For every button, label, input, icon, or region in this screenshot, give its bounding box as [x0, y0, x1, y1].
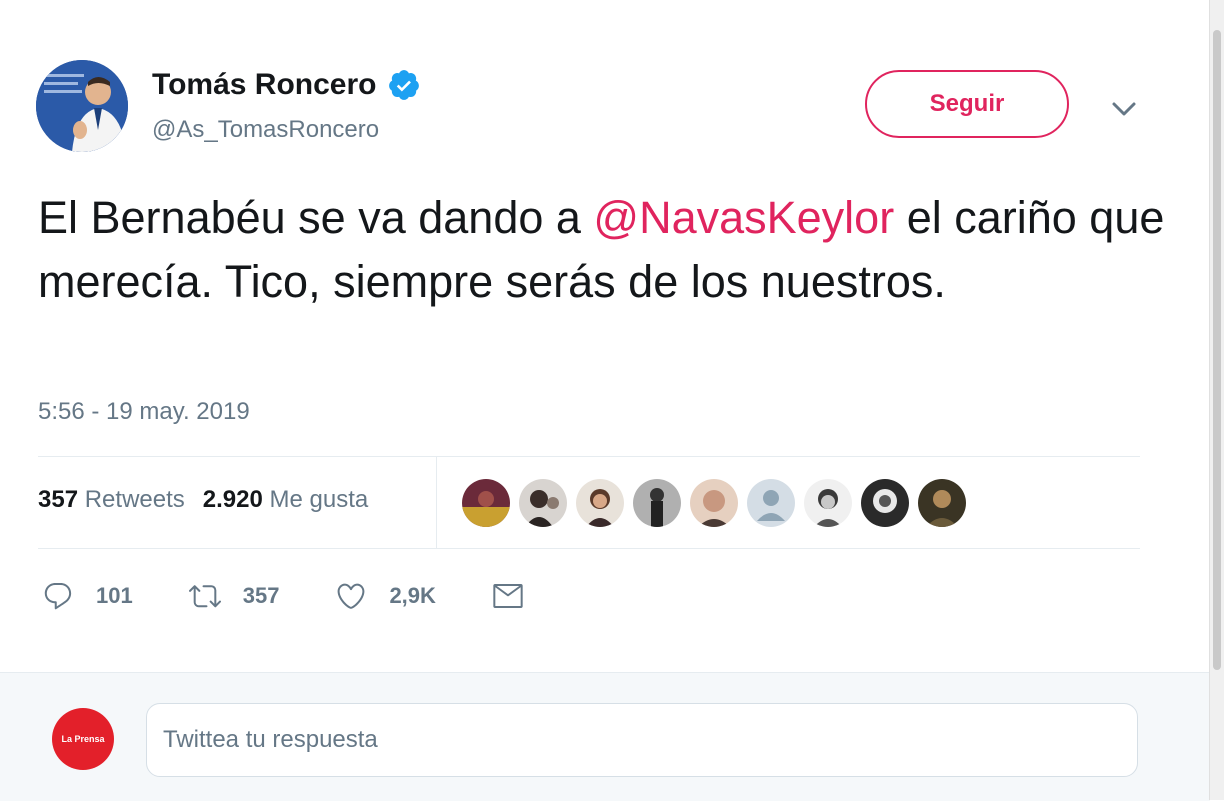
- scrollbar[interactable]: [1209, 0, 1224, 800]
- author-handle[interactable]: @As_TomasRoncero: [152, 116, 379, 144]
- follow-button[interactable]: Seguir: [865, 70, 1069, 138]
- direct-message-action[interactable]: [492, 580, 546, 612]
- liker-avatar[interactable]: [633, 479, 681, 527]
- retweet-icon: [188, 585, 221, 608]
- heart-icon: [338, 583, 365, 609]
- author-name-row[interactable]: Tomás Roncero: [152, 68, 421, 102]
- reply-action[interactable]: 101: [42, 580, 133, 612]
- liker-avatar[interactable]: [519, 479, 567, 527]
- liker-avatar[interactable]: [918, 479, 966, 527]
- likes-count: 2.920: [202, 486, 263, 513]
- reply-icon: [44, 582, 72, 610]
- likes-stat[interactable]: 2.920 Me gusta: [203, 486, 368, 513]
- liker-avatars: [462, 479, 975, 527]
- liker-avatar[interactable]: [861, 479, 909, 527]
- liker-avatar[interactable]: [576, 479, 624, 527]
- tweet-text-before: El Bernabéu se va dando a: [38, 192, 594, 243]
- retweets-label: Retweets: [84, 486, 185, 513]
- likes-label: Me gusta: [269, 486, 369, 513]
- scrollbar-thumb[interactable]: [1213, 30, 1221, 670]
- tweet-timestamp[interactable]: 5:56 - 19 may. 2019: [38, 398, 250, 426]
- liker-avatar[interactable]: [690, 479, 738, 527]
- tweet-actions: 101 357 2,9K: [42, 580, 602, 612]
- liker-avatar[interactable]: [804, 479, 852, 527]
- mention-link[interactable]: @NavasKeylor: [593, 192, 894, 243]
- divider: [38, 456, 1140, 457]
- verified-badge-icon: [387, 68, 421, 102]
- retweet-action[interactable]: 357: [188, 580, 280, 612]
- retweets-count: 357: [38, 486, 79, 513]
- current-user-avatar[interactable]: La Prensa: [52, 708, 114, 770]
- reply-count: 101: [96, 583, 133, 608]
- retweets-stat[interactable]: 357 Retweets: [38, 486, 185, 513]
- like-count: 2,9K: [389, 583, 436, 608]
- divider: [38, 548, 1140, 549]
- engagement-stats: 357 Retweets 2.920 Me gusta: [38, 486, 368, 514]
- retweet-count: 357: [242, 583, 280, 608]
- like-action[interactable]: 2,9K: [335, 580, 436, 612]
- liker-avatar[interactable]: [462, 479, 510, 527]
- envelope-icon: [493, 584, 523, 608]
- reply-input[interactable]: Twittea tu respuesta: [146, 703, 1138, 777]
- author-name[interactable]: Tomás Roncero: [152, 68, 377, 102]
- divider: [436, 456, 437, 549]
- liker-avatar[interactable]: [747, 479, 795, 527]
- chevron-down-icon[interactable]: [1108, 96, 1140, 122]
- tweet-card: Tomás Roncero @As_TomasRoncero Seguir El…: [0, 0, 1210, 672]
- author-avatar[interactable]: [36, 60, 128, 152]
- tweet-text: El Bernabéu se va dando a @NavasKeylor e…: [38, 186, 1168, 314]
